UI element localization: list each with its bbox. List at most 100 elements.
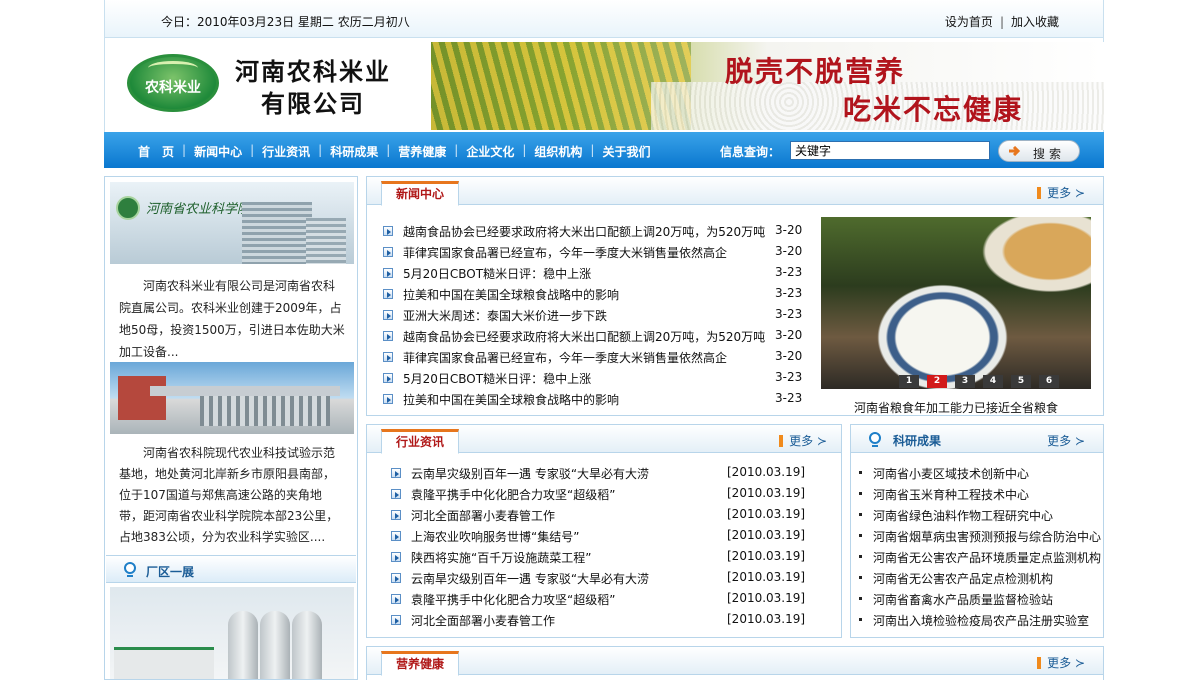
research-item-title[interactable]: 河南省小麦区域技术创新中心: [873, 465, 1029, 482]
slide-dot-2[interactable]: 2: [927, 375, 947, 388]
news-item[interactable]: 拉美和中国在美国全球粮食战略中的影响 3-23: [383, 389, 802, 409]
search-button[interactable]: 搜索: [998, 140, 1080, 162]
industry-item-date: [2010.03.19]: [727, 570, 806, 584]
slide-dot-5[interactable]: 5: [1011, 375, 1031, 388]
industry-item[interactable]: 上海农业吹响服务世博“集结号” [2010.03.19]: [391, 526, 811, 546]
industry-title[interactable]: 行业资讯: [381, 429, 460, 454]
industry-item[interactable]: 云南旱灾级别百年一遇 专家驳“大旱必有大涝 [2010.03.19]: [391, 463, 811, 483]
gate-shape: [118, 376, 166, 420]
divider: |: [454, 143, 459, 157]
research-item-title[interactable]: 河南省畜禽水产品质量监督检验站: [873, 591, 1053, 608]
research-item-title[interactable]: 河南省绿色油料作物工程研究中心: [873, 507, 1053, 524]
industry-item[interactable]: 河北全面部署小麦春管工作 [2010.03.19]: [391, 505, 811, 525]
industry-item[interactable]: 河北全面部署小麦春管工作 [2010.03.19]: [391, 610, 811, 630]
news-item-title[interactable]: 拉美和中国在美国全球粮食战略中的影响: [403, 391, 619, 408]
research-item[interactable]: 河南出入境检验检疫局农产品注册实验室: [859, 610, 1099, 630]
nav-news[interactable]: 新闻中心: [194, 143, 242, 160]
company-logo[interactable]: 农科米业: [127, 54, 219, 112]
news-item[interactable]: 亚洲大米周述：泰国大米价进一步下跌 3-23: [383, 305, 802, 325]
academy-image[interactable]: 河南省农业科学院: [110, 182, 354, 264]
slide-dot-6[interactable]: 6: [1039, 375, 1059, 388]
slide-dot-1[interactable]: 1: [899, 375, 919, 388]
photo-caption[interactable]: 河南省粮食年加工能力已接近全省粮食: [821, 399, 1091, 416]
bullet-icon: [859, 618, 862, 621]
industry-item-title[interactable]: 陕西将实施“百千万设施蔬菜工程”: [411, 549, 591, 566]
base-description: 河南省农科院现代农业科技试验示范基地，地处黄河北岸新乡市原阳县南部，位于107国…: [119, 446, 339, 544]
industry-item-date: [2010.03.19]: [727, 486, 806, 500]
nav-culture[interactable]: 企业文化: [466, 143, 514, 160]
research-item[interactable]: 河南省畜禽水产品质量监督检验站: [859, 589, 1099, 609]
news-panel: 新闻中心 更多 ≻ 越南食品协会已经要求政府将大米出口配额上调20万吨，为520…: [366, 176, 1104, 416]
industry-item-title[interactable]: 云南旱灾级别百年一遇 专家驳“大旱必有大涝: [411, 465, 649, 482]
industry-item-title[interactable]: 袁隆平携手中化化肥合力攻坚“超级稻”: [411, 486, 615, 503]
nav-organization[interactable]: 组织机构: [534, 143, 582, 160]
news-item-title[interactable]: 5月20日CBOT糙米日评：稳中上涨: [403, 370, 591, 387]
arrow-box-icon: [391, 594, 401, 604]
news-item[interactable]: 菲律宾国家食品署已经宣布，今年一季度大米销售量依然高企 3-20: [383, 242, 802, 262]
industry-item-title[interactable]: 河北全面部署小麦春管工作: [411, 612, 555, 629]
add-favorite-link[interactable]: 加入收藏: [1011, 15, 1059, 29]
news-item-title[interactable]: 拉美和中国在美国全球粮食战略中的影响: [403, 286, 619, 303]
research-more-link[interactable]: 更多 ≻: [1047, 432, 1085, 449]
research-item-title[interactable]: 河南省烟草病虫害预测预报与综合防治中心: [873, 528, 1101, 545]
research-item[interactable]: 河南省小麦区域技术创新中心: [859, 463, 1099, 483]
news-item[interactable]: 越南食品协会已经要求政府将大米出口配额上调20万吨，为520万吨 3-20: [383, 326, 802, 346]
search-input[interactable]: [790, 141, 990, 160]
nav-home[interactable]: 首 页: [138, 143, 174, 160]
base-image[interactable]: [110, 362, 354, 434]
research-item-title[interactable]: 河南省无公害农产品环境质量定点监测机构: [873, 549, 1101, 566]
health-more-link[interactable]: 更多 ≻: [1037, 654, 1085, 671]
industry-item[interactable]: 袁隆平携手中化化肥合力攻坚“超级稻” [2010.03.19]: [391, 589, 811, 609]
research-item-title[interactable]: 河南出入境检验检疫局农产品注册实验室: [873, 612, 1089, 629]
research-item-title[interactable]: 河南省无公害农产品定点检测机构: [873, 570, 1053, 587]
news-item-title[interactable]: 菲律宾国家食品署已经宣布，今年一季度大米销售量依然高企: [403, 349, 727, 366]
news-item-title[interactable]: 亚洲大米周述：泰国大米价进一步下跌: [403, 307, 607, 324]
nav-industry[interactable]: 行业资讯: [262, 143, 310, 160]
leaf-icon: [148, 61, 198, 75]
nav-about[interactable]: 关于我们: [602, 143, 650, 160]
chevron-right-icon: ≻: [1071, 656, 1085, 670]
factory-image[interactable]: [110, 587, 354, 679]
bullet-icon: [859, 471, 862, 474]
industry-item-title[interactable]: 河北全面部署小麦春管工作: [411, 507, 555, 524]
industry-item[interactable]: 云南旱灾级别百年一遇 专家驳“大旱必有大涝 [2010.03.19]: [391, 568, 811, 588]
industry-item[interactable]: 陕西将实施“百千万设施蔬菜工程” [2010.03.19]: [391, 547, 811, 567]
industry-item[interactable]: 袁隆平携手中化化肥合力攻坚“超级稻” [2010.03.19]: [391, 484, 811, 504]
nav-health[interactable]: 营养健康: [398, 143, 446, 160]
news-header: 新闻中心 更多 ≻: [367, 177, 1103, 206]
news-title[interactable]: 新闻中心: [381, 181, 460, 206]
news-item-title[interactable]: 5月20日CBOT糙米日评：稳中上涨: [403, 265, 591, 282]
research-item[interactable]: 河南省绿色油料作物工程研究中心: [859, 505, 1099, 525]
research-item[interactable]: 河南省玉米育种工程技术中心: [859, 484, 1099, 504]
news-item-title[interactable]: 菲律宾国家食品署已经宣布，今年一季度大米销售量依然高企: [403, 244, 727, 261]
news-item[interactable]: 越南食品协会已经要求政府将大米出口配额上调20万吨，为520万吨 3-20: [383, 221, 802, 241]
hall-shape: [200, 396, 330, 426]
news-item[interactable]: 拉美和中国在美国全球粮食战略中的影响 3-23: [383, 284, 802, 304]
set-homepage-link[interactable]: 设为首页: [945, 15, 993, 29]
news-photo[interactable]: [821, 217, 1091, 389]
header: 农科米业 河南农科米业 有限公司 脱壳不脱营养 吃米不忘健康: [104, 38, 1104, 132]
industry-item-title[interactable]: 袁隆平携手中化化肥合力攻坚“超级稻”: [411, 591, 615, 608]
arrow-box-icon: [391, 510, 401, 520]
industry-item-title[interactable]: 云南旱灾级别百年一遇 专家驳“大旱必有大涝: [411, 570, 649, 587]
slogan-line2: 吃米不忘健康: [843, 93, 1024, 126]
news-item[interactable]: 5月20日CBOT糙米日评：稳中上涨 3-23: [383, 368, 802, 388]
research-item[interactable]: 河南省烟草病虫害预测预报与综合防治中心: [859, 526, 1101, 546]
date-text: 今日：2010年03月23日 星期二 农历二月初八: [161, 15, 410, 29]
research-item-title[interactable]: 河南省玉米育种工程技术中心: [873, 486, 1029, 503]
news-item[interactable]: 菲律宾国家食品署已经宣布，今年一季度大米销售量依然高企 3-20: [383, 347, 802, 367]
slide-dot-3[interactable]: 3: [955, 375, 975, 388]
news-more-link[interactable]: 更多 ≻: [1037, 184, 1085, 201]
news-item-title[interactable]: 越南食品协会已经要求政府将大米出口配额上调20万吨，为520万吨: [403, 223, 765, 240]
news-item-title[interactable]: 越南食品协会已经要求政府将大米出口配额上调20万吨，为520万吨: [403, 328, 765, 345]
news-item[interactable]: 5月20日CBOT糙米日评：稳中上涨 3-23: [383, 263, 802, 283]
research-title[interactable]: 科研成果: [893, 432, 941, 449]
industry-more-link[interactable]: 更多 ≻: [779, 432, 827, 449]
research-item[interactable]: 河南省无公害农产品定点检测机构: [859, 568, 1099, 588]
nav-research[interactable]: 科研成果: [330, 143, 378, 160]
company-name-line2: 有限公司: [261, 89, 365, 118]
health-title[interactable]: 营养健康: [381, 651, 460, 676]
slide-dot-4[interactable]: 4: [983, 375, 1003, 388]
research-item[interactable]: 河南省无公害农产品环境质量定点监测机构: [859, 547, 1101, 567]
industry-item-title[interactable]: 上海农业吹响服务世博“集结号”: [411, 528, 579, 545]
